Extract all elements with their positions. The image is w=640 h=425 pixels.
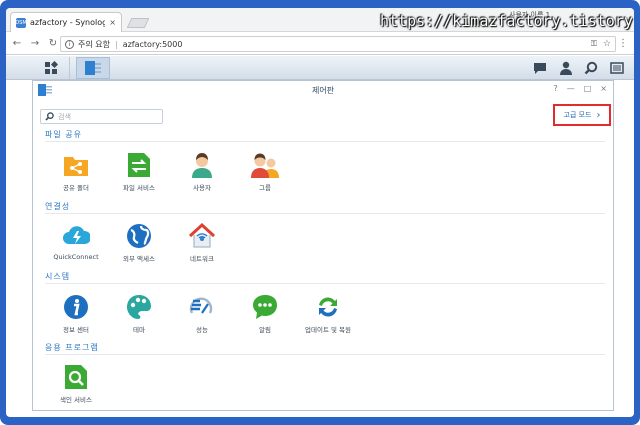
browser-menu-icon[interactable]: ⋮ xyxy=(618,38,628,49)
reload-icon[interactable]: ↻ xyxy=(46,38,60,49)
back-arrow-icon[interactable]: ← xyxy=(10,38,24,49)
widgets-icon xyxy=(610,62,624,74)
control-panel-icon xyxy=(85,61,101,75)
info-icon[interactable]: i xyxy=(65,39,74,49)
main-menu-button[interactable] xyxy=(32,57,70,79)
performance-item[interactable]: 성능 xyxy=(166,293,238,334)
network-icon xyxy=(188,222,216,248)
advanced-mode-label: 고급 모드 xyxy=(563,111,592,119)
shared-folder-icon xyxy=(64,157,88,176)
section-divider xyxy=(45,283,605,284)
section-divider xyxy=(45,141,605,142)
file-services-icon xyxy=(128,153,150,177)
widgets-button[interactable] xyxy=(606,57,628,79)
chevron-right-icon: › xyxy=(596,109,601,121)
url-separator: | xyxy=(114,39,118,49)
theme-label: 테마 xyxy=(133,326,145,334)
window-controls: ? — □ × xyxy=(553,84,607,93)
performance-label: 성능 xyxy=(196,326,208,334)
shared-folder-item[interactable]: 공유 폴더 xyxy=(40,151,112,192)
quickconnect-item[interactable]: QuickConnect xyxy=(40,222,112,261)
network-item[interactable]: 네트워크 xyxy=(166,222,238,263)
info-center-item[interactable]: 정보 센터 xyxy=(40,293,112,334)
update-restore-item[interactable]: 업데이트 및 복원 xyxy=(292,293,364,334)
security-warning: 주의 요함 xyxy=(78,39,110,49)
search-icon xyxy=(584,61,598,75)
bookmark-star-icon[interactable]: ☆ xyxy=(603,39,611,49)
dsm-taskbar xyxy=(6,56,634,80)
user-label: 사용자 xyxy=(193,184,211,192)
user-item[interactable]: 사용자 xyxy=(166,151,238,192)
window-title: 제어판 xyxy=(311,85,335,95)
key-icon[interactable]: ⚿ xyxy=(591,39,597,49)
forward-arrow-icon[interactable]: → xyxy=(28,38,42,49)
file-services-label: 파일 서비스 xyxy=(123,184,155,192)
user-icon xyxy=(192,153,212,178)
tab-close-icon[interactable]: × xyxy=(109,18,116,27)
section-applications-title: 응용 프로그램 xyxy=(45,343,99,352)
browser-window: DSM azfactory - Synology Di × 사용자 이름 1 h… xyxy=(6,8,634,417)
group-label: 그룹 xyxy=(259,184,271,192)
external-access-item[interactable]: 외부 액세스 xyxy=(103,222,175,263)
help-icon[interactable]: ? xyxy=(553,84,557,93)
address-row: ← → ↻ i 주의 요함 | azfactory:5000 ⚿ ☆ ⋮ xyxy=(6,33,634,55)
group-item[interactable]: 그룹 xyxy=(229,151,301,192)
new-tab-button[interactable] xyxy=(126,18,150,28)
update-restore-icon xyxy=(319,297,337,317)
indexing-service-item[interactable]: 색인 서비스 xyxy=(40,363,112,404)
indexing-service-icon xyxy=(65,365,87,389)
taskbar-control-panel-button[interactable] xyxy=(76,57,110,79)
tab-title: azfactory - Synology Di xyxy=(30,18,106,27)
search-placeholder: 검색 xyxy=(58,112,71,121)
file-services-item[interactable]: 파일 서비스 xyxy=(103,151,175,192)
info-center-icon xyxy=(64,295,88,319)
search-button[interactable] xyxy=(580,57,602,79)
notification-icon xyxy=(253,295,277,319)
chat-button[interactable] xyxy=(529,57,551,79)
synology-favicon-icon: DSM xyxy=(15,17,27,28)
search-icon xyxy=(45,112,54,121)
section-file-sharing-title: 파일 공유 xyxy=(45,130,82,139)
external-access-icon xyxy=(127,224,151,248)
advanced-mode-button[interactable]: 고급 모드 › xyxy=(553,104,611,126)
url-text: azfactory:5000 xyxy=(122,39,183,49)
user-icon xyxy=(560,61,572,75)
chat-icon xyxy=(534,62,546,74)
main-menu-grid-icon xyxy=(44,61,58,74)
control-panel-window: 제어판 ? — □ × 검색 고급 모드 › 파일 공유 공유 폴더 파일 서비… xyxy=(32,80,614,411)
section-connectivity-title: 연결성 xyxy=(45,202,71,211)
address-bar[interactable]: i 주의 요함 | azfactory:5000 ⚿ ☆ xyxy=(60,36,616,52)
performance-icon xyxy=(189,297,213,314)
theme-icon xyxy=(127,295,151,319)
indexing-service-label: 색인 서비스 xyxy=(60,396,92,404)
theme-item[interactable]: 테마 xyxy=(103,293,175,334)
network-label: 네트워크 xyxy=(190,255,214,263)
shared-folder-label: 공유 폴더 xyxy=(63,184,89,192)
notification-label: 알림 xyxy=(259,326,271,334)
section-divider xyxy=(45,354,605,355)
user-button[interactable] xyxy=(555,57,577,79)
maximize-icon[interactable]: □ xyxy=(584,84,592,93)
notification-item[interactable]: 알림 xyxy=(229,293,301,334)
browser-tab[interactable]: DSM azfactory - Synology Di × xyxy=(10,12,122,32)
section-system-title: 시스템 xyxy=(45,272,71,281)
info-center-label: 정보 센터 xyxy=(63,326,89,334)
close-icon[interactable]: × xyxy=(600,84,607,93)
group-icon xyxy=(251,153,279,178)
section-divider xyxy=(45,213,605,214)
external-access-label: 외부 액세스 xyxy=(123,255,155,263)
search-input[interactable]: 검색 xyxy=(40,109,163,124)
blog-watermark: https://kimazfactory.tistory.com xyxy=(380,12,634,30)
update-restore-label: 업데이트 및 복원 xyxy=(305,326,351,334)
minimize-icon[interactable]: — xyxy=(567,84,575,93)
quickconnect-icon xyxy=(63,226,90,244)
quickconnect-label: QuickConnect xyxy=(53,253,99,261)
